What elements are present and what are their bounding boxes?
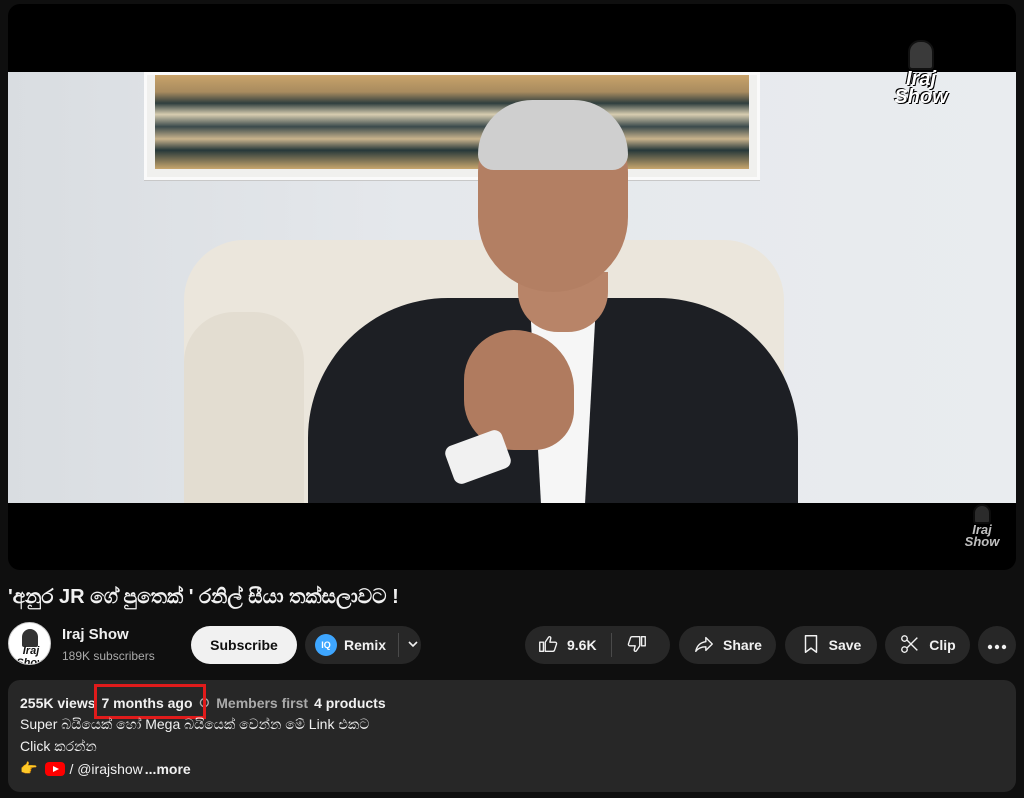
share-button[interactable]: Share <box>679 626 776 664</box>
more-horizontal-icon <box>987 637 1007 653</box>
watermark-figure-icon <box>973 504 991 524</box>
share-icon <box>693 633 715 658</box>
remix-icon: IQ <box>315 634 337 656</box>
members-first-label: Members first <box>216 694 309 711</box>
avatar-text: Iraj Show <box>16 645 46 665</box>
logo-text: Iraj Show <box>894 68 948 108</box>
description-line: Click කරන්න <box>20 738 97 754</box>
logo-figure-icon <box>908 40 934 70</box>
description-box[interactable]: 255K views 7 months ago ⊙ Members first … <box>8 680 1016 792</box>
pointing-hand-icon: 👉 <box>20 760 38 776</box>
speaker-hand <box>464 330 574 450</box>
speaker-hair <box>478 100 628 170</box>
subscriber-count: 189K subscribers <box>62 649 155 663</box>
show-more-button[interactable]: ...more <box>145 761 191 777</box>
share-label: Share <box>723 637 762 653</box>
view-count: 255K views <box>20 694 96 711</box>
products-link[interactable]: 4 products <box>314 695 386 711</box>
channel-name[interactable]: Iraj Show <box>62 626 129 643</box>
youtube-icon <box>45 761 66 776</box>
like-dislike-group[interactable]: 9.6K <box>525 626 670 664</box>
channel-watermark[interactable]: Iraj Show <box>962 504 1002 550</box>
description-line: Super බයියෙක් හෝ Mega බයියෙක් වෙන්න මේ L… <box>20 716 370 732</box>
description-link-line: 👉 / @irajshow ...more <box>20 760 191 777</box>
chevron-down-icon[interactable] <box>407 638 419 653</box>
channel-avatar[interactable]: Iraj Show <box>8 622 51 665</box>
remix-label: Remix <box>344 637 387 653</box>
bookmark-icon <box>801 633 821 658</box>
clip-button[interactable]: Clip <box>885 626 970 664</box>
channel-handle-link[interactable]: / @irajshow <box>69 761 142 777</box>
dislike-icon[interactable] <box>626 633 648 658</box>
more-actions-button[interactable] <box>978 626 1016 664</box>
remix-divider <box>398 633 400 657</box>
background-painting <box>144 72 760 180</box>
highlight-box <box>94 684 206 719</box>
like-divider <box>610 633 612 657</box>
armchair-arm <box>184 312 304 503</box>
clip-label: Clip <box>929 637 956 653</box>
remix-button[interactable]: IQ Remix <box>305 626 421 664</box>
video-title: 'අනුර JR ගේ පුතෙක් ' රනිල් සීයා තක්සලාවට… <box>8 586 399 608</box>
channel-logo-overlay: Iraj Show <box>890 40 952 110</box>
like-icon[interactable] <box>537 633 559 658</box>
video-frame[interactable] <box>8 72 1016 503</box>
subscribe-button[interactable]: Subscribe <box>191 626 297 664</box>
video-player[interactable]: Iraj Show Iraj Show <box>8 4 1016 570</box>
save-label: Save <box>828 637 862 653</box>
like-count: 9.6K <box>567 637 597 653</box>
save-button[interactable]: Save <box>785 626 877 664</box>
painting-canvas <box>155 75 749 169</box>
watermark-text: Iraj Show <box>964 522 1000 549</box>
scissors-icon <box>899 633 921 658</box>
